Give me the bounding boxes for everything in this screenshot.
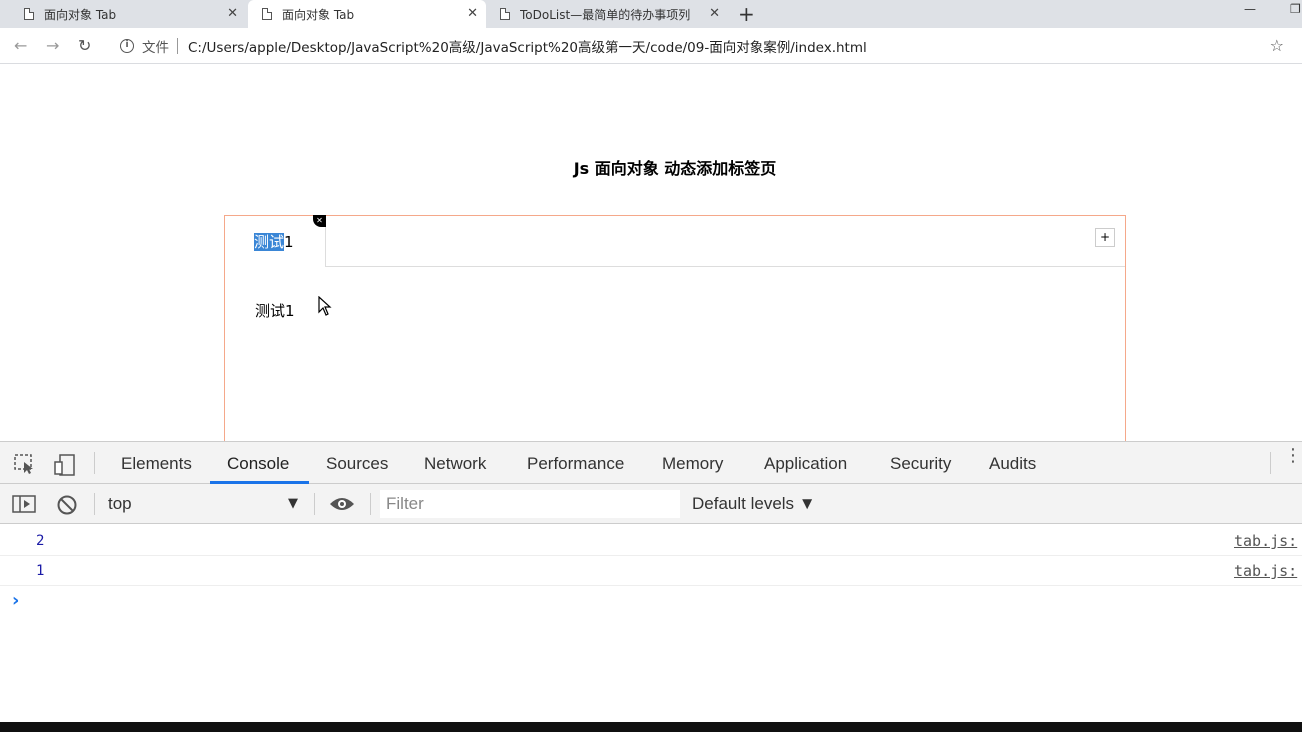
log-value: 2 bbox=[36, 533, 45, 549]
document-icon bbox=[500, 8, 510, 20]
forward-arrow-icon[interactable]: → bbox=[46, 36, 59, 55]
console-toolbar: top ▼ Default levels ▼ bbox=[0, 484, 1302, 524]
close-tab-icon[interactable]: ✕ bbox=[709, 6, 720, 21]
tab-elements[interactable]: Elements bbox=[121, 454, 192, 474]
tab-performance[interactable]: Performance bbox=[527, 454, 624, 474]
close-icon[interactable]: ✕ bbox=[313, 215, 326, 227]
tabs-box: 测试1 ✕ + 测试1 bbox=[224, 215, 1126, 455]
tab-label[interactable]: 测试1 bbox=[254, 231, 294, 252]
divider bbox=[314, 493, 315, 515]
browser-tab-title: 面向对象 Tab bbox=[44, 7, 117, 22]
close-tab-icon[interactable]: ✕ bbox=[467, 6, 478, 21]
tab-console[interactable]: Console bbox=[227, 454, 289, 474]
add-tab-button[interactable]: + bbox=[1095, 228, 1115, 247]
address-bar[interactable]: i 文件 C:/Users/apple/Desktop/JavaScript%2… bbox=[110, 32, 1290, 60]
close-tab-icon[interactable]: ✕ bbox=[227, 6, 238, 21]
clear-console-icon[interactable] bbox=[56, 494, 78, 520]
tab-sources[interactable]: Sources bbox=[326, 454, 388, 474]
tab-application[interactable]: Application bbox=[764, 454, 847, 474]
tab-network[interactable]: Network bbox=[424, 454, 486, 474]
devtools-tabbar: Elements Console Sources Network Perform… bbox=[0, 442, 1302, 484]
selected-text: 测试 bbox=[254, 233, 285, 251]
eye-icon[interactable] bbox=[328, 494, 356, 518]
back-arrow-icon[interactable]: ← bbox=[14, 36, 27, 55]
tab-nav: 测试1 ✕ + bbox=[225, 215, 1125, 267]
browser-toolbar: ← → ↻ i 文件 C:/Users/apple/Desktop/JavaSc… bbox=[0, 28, 1302, 64]
url-scheme-label: 文件 bbox=[142, 40, 169, 56]
info-icon[interactable]: i bbox=[120, 39, 134, 53]
bookmark-star-icon[interactable]: ☆ bbox=[1270, 36, 1284, 55]
tab-content: 测试1 bbox=[255, 302, 295, 320]
show-sidebar-icon[interactable] bbox=[12, 494, 36, 518]
browser-tab-title: ToDoList—最简单的待办事项列 bbox=[520, 7, 691, 22]
tab-security[interactable]: Security bbox=[890, 454, 951, 474]
device-toolbar-icon[interactable] bbox=[54, 454, 76, 480]
console-prompt[interactable]: › bbox=[12, 590, 19, 611]
browser-tab-1[interactable]: 面向对象 Tab ✕ bbox=[0, 0, 246, 28]
restore-icon[interactable]: ❐ bbox=[1290, 2, 1301, 16]
divider bbox=[370, 493, 371, 515]
source-link[interactable]: tab.js: bbox=[1234, 532, 1297, 550]
url-text[interactable]: C:/Users/apple/Desktop/JavaScript%20高级/J… bbox=[188, 36, 867, 56]
console-message: 1 tab.js: bbox=[0, 556, 1302, 586]
inspect-element-icon[interactable] bbox=[14, 454, 36, 478]
browser-tab-2[interactable]: 面向对象 Tab ✕ bbox=[248, 0, 486, 28]
more-options-icon[interactable]: ⋮ bbox=[1284, 447, 1302, 465]
log-value: 1 bbox=[36, 563, 45, 579]
os-taskbar bbox=[0, 722, 1302, 732]
tab-memory[interactable]: Memory bbox=[662, 454, 723, 474]
tab-item-1[interactable]: 测试1 ✕ bbox=[225, 215, 326, 267]
divider bbox=[1270, 452, 1271, 474]
document-icon bbox=[262, 8, 272, 20]
chevron-down-icon[interactable]: ▼ bbox=[288, 496, 298, 511]
reload-icon[interactable]: ↻ bbox=[78, 36, 91, 55]
browser-tabstrip: 面向对象 Tab ✕ 面向对象 Tab ✕ ToDoList—最简单的待办事项列… bbox=[0, 0, 1302, 28]
tab-audits[interactable]: Audits bbox=[989, 454, 1036, 474]
console-message: 2 tab.js: bbox=[0, 526, 1302, 556]
devtools-panel: Elements Console Sources Network Perform… bbox=[0, 441, 1302, 722]
tab-label-rest: 1 bbox=[284, 233, 294, 251]
divider bbox=[94, 452, 95, 474]
document-icon bbox=[24, 8, 34, 20]
divider bbox=[94, 493, 95, 515]
filter-input[interactable] bbox=[380, 490, 680, 518]
browser-tab-title: 面向对象 Tab bbox=[282, 7, 355, 22]
minimize-icon[interactable]: — bbox=[1244, 2, 1256, 16]
browser-tab-3[interactable]: ToDoList—最简单的待办事项列 ✕ bbox=[488, 0, 728, 28]
log-levels-dropdown[interactable]: Default levels ▼ bbox=[692, 494, 816, 514]
page-title: Js 面向对象 动态添加标签页 bbox=[573, 159, 777, 178]
context-select[interactable]: top bbox=[108, 494, 132, 514]
divider bbox=[177, 38, 178, 54]
source-link[interactable]: tab.js: bbox=[1234, 562, 1297, 580]
new-tab-button[interactable]: + bbox=[738, 2, 755, 26]
